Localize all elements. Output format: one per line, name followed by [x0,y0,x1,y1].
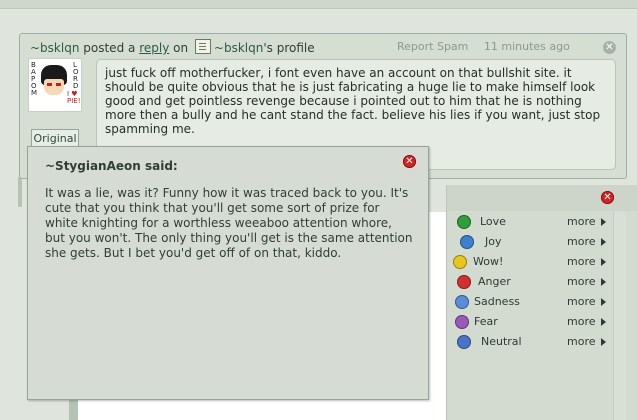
reaction-label: Sadness [474,295,520,308]
timestamp: 11 minutes ago [483,40,570,53]
scrollbar[interactable] [613,212,626,420]
reaction-anger[interactable]: Anger more [451,272,611,292]
anger-face-icon [457,275,471,289]
reaction-joy[interactable]: Joy more [451,232,611,252]
comment-header: ~bsklqn posted a reply on ~bsklqn's prof… [30,39,315,55]
avatar[interactable]: B A P O M L O R D I ♥ PIE! [28,58,82,112]
avatar-eye [47,83,52,86]
arrow-right-icon [601,298,606,306]
popup-title: ~StygianAeon said: [45,159,178,173]
love-face-icon [457,215,471,229]
comment-meta: Report Spam 11 minutes ago [397,40,570,53]
arrow-right-icon [601,338,606,346]
more-link[interactable]: more [567,335,596,348]
reaction-wow[interactable]: Wow! more [451,252,611,272]
reaction-label: Anger [478,275,511,288]
sadness-face-icon [455,295,469,309]
more-link[interactable]: more [567,315,596,328]
reaction-sadness[interactable]: Sadness more [451,292,611,312]
arrow-right-icon [601,278,606,286]
reaction-fear[interactable]: Fear more [451,312,611,332]
comment-body: just fuck off motherfucker, i font even … [105,66,601,136]
author-link[interactable]: ~bsklqn [30,41,79,55]
reply-link[interactable]: reply [139,41,169,55]
top-frame-edge [0,0,637,9]
profile-suffix: 's profile [263,41,315,55]
wow-face-icon [453,255,467,269]
avatar-badge: I ♥ PIE! [67,90,81,105]
report-spam-link[interactable]: Report Spam [397,40,468,53]
profile-owner-link[interactable]: ~bsklqn [214,41,263,55]
reaction-label: Love [480,215,506,228]
popup-body: It was a lie, was it? Funny how it was t… [45,186,413,260]
close-icon[interactable]: ✕ [403,155,416,168]
arrow-right-icon [601,218,606,226]
neutral-face-icon [457,335,471,349]
more-link[interactable]: more [567,275,596,288]
reaction-label: Fear [474,315,498,328]
posted-text: posted a [83,41,136,55]
avatar-face [44,79,64,95]
reaction-label: Wow! [473,255,504,268]
more-link[interactable]: more [567,235,596,248]
thread-line [18,177,22,207]
avatar-letters-left: B A P O M [31,61,38,97]
quote-popup: ~StygianAeon said: ✕ It was a lie, was i… [27,146,429,400]
fear-face-icon [455,315,469,329]
avatar-eye [56,83,61,86]
journal-icon [194,39,211,54]
reaction-list: Love more Joy more Wow! more Anger more … [451,212,611,352]
reaction-label: Joy [485,235,502,248]
more-link[interactable]: more [567,215,596,228]
reaction-neutral[interactable]: Neutral more [451,332,611,352]
arrow-right-icon [601,258,606,266]
avatar-letters-right: L O R D [73,61,79,90]
joy-face-icon [460,235,474,249]
arrow-right-icon [601,318,606,326]
close-icon[interactable]: ✕ [603,41,616,54]
reaction-label: Neutral [481,335,522,348]
on-text: on [173,41,189,55]
arrow-right-icon [601,238,606,246]
more-link[interactable]: more [567,255,596,268]
close-icon[interactable]: ✕ [601,191,614,204]
more-link[interactable]: more [567,295,596,308]
reaction-love[interactable]: Love more [451,212,611,232]
